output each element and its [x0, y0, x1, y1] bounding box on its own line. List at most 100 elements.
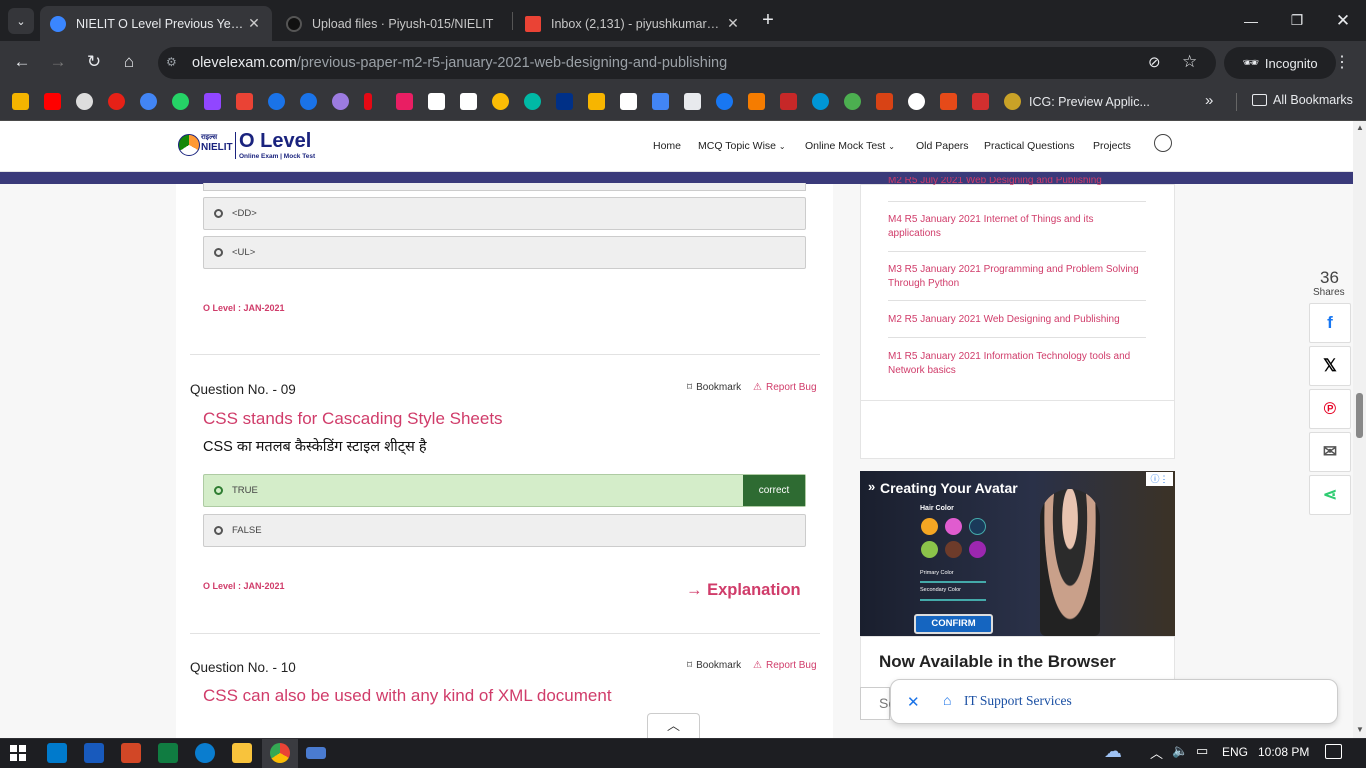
netflix-icon[interactable] — [364, 93, 372, 110]
close-window-icon[interactable]: ✕ — [1320, 0, 1366, 41]
sidebar-link[interactable]: M1 R5 January 2021 Information Technolog… — [888, 350, 1144, 377]
youtube-icon[interactable] — [44, 93, 61, 110]
bookmark-button[interactable]: ⌑ Bookmark — [687, 382, 741, 393]
bookmark-icon[interactable] — [844, 93, 861, 110]
google-icon[interactable] — [140, 93, 157, 110]
scroll-down-arrow-icon[interactable]: ▼ — [1356, 725, 1364, 734]
volume-icon[interactable]: 🔈 — [1172, 743, 1188, 759]
new-tab-icon[interactable]: + — [758, 10, 778, 30]
nav-old-papers[interactable]: Old Papers — [916, 140, 969, 152]
back-icon[interactable]: ← — [7, 47, 37, 77]
paypal-icon[interactable] — [556, 93, 573, 110]
site-logo[interactable]: राइल्स NIELIT O Level Online Exam | Mock… — [178, 130, 320, 161]
scrollbar-thumb[interactable] — [1356, 393, 1363, 438]
bookmark-icon[interactable] — [588, 93, 605, 110]
close-tab-icon[interactable]: ✕ — [725, 15, 741, 32]
bookmark-icon[interactable] — [492, 93, 509, 110]
home-icon[interactable]: ⌂ — [114, 47, 144, 77]
option-dd[interactable]: <DD> — [203, 197, 806, 230]
scroll-up-arrow-icon[interactable]: ▲ — [1356, 123, 1364, 132]
bookmark-button[interactable]: ⌑ Bookmark — [687, 660, 741, 671]
option-ul[interactable]: <UL> — [203, 236, 806, 269]
bookmark-icon[interactable] — [76, 93, 93, 110]
bookmark-icon[interactable] — [108, 93, 125, 110]
email-share-icon[interactable]: ✉ — [1309, 432, 1351, 472]
bookmark-icon[interactable] — [940, 93, 957, 110]
nav-mcq-topic-wise[interactable]: MCQ Topic Wise ⌄ — [698, 140, 786, 152]
facebook-icon[interactable] — [716, 93, 733, 110]
amazon-icon[interactable] — [460, 93, 477, 110]
menu-icon[interactable]: ⋮ — [1334, 52, 1350, 72]
bookmark-icon[interactable] — [748, 93, 765, 110]
explanation-link[interactable]: → Explanation — [686, 581, 801, 600]
tab-gmail[interactable]: Inbox (2,131) - piyushkumar346 ✕ — [515, 6, 751, 41]
bookmark-icon[interactable] — [524, 93, 541, 110]
bookmark-icon[interactable] — [428, 93, 445, 110]
forward-icon[interactable]: → — [43, 47, 73, 77]
close-icon[interactable]: ✕ — [907, 693, 920, 711]
bookmark-icon[interactable] — [12, 93, 29, 110]
notification-icon[interactable] — [1325, 744, 1342, 759]
sidebar-link[interactable]: M2 R5 January 2021 Web Designing and Pub… — [888, 313, 1144, 327]
bookmark-icon[interactable] — [300, 93, 317, 110]
bookmark-icon[interactable] — [684, 93, 701, 110]
show-hidden-icons[interactable]: ︿ — [1150, 743, 1163, 762]
scroll-up-tab[interactable]: ︿ — [647, 713, 700, 738]
nav-online-mock-test[interactable]: Online Mock Test ⌄ — [805, 140, 895, 152]
language-indicator[interactable]: ENG — [1222, 745, 1248, 759]
clock[interactable]: 10:08 PM — [1258, 745, 1309, 759]
x-share-icon[interactable]: 𝕏 — [1309, 346, 1351, 386]
excel-icon[interactable] — [158, 743, 178, 763]
bookmark-icon[interactable] — [780, 93, 797, 110]
user-account-icon[interactable] — [1154, 134, 1172, 152]
report-bug-button[interactable]: ⚠ Report Bug — [753, 660, 817, 671]
share-icon[interactable]: ⋖ — [1309, 475, 1351, 515]
bookmark-icon[interactable] — [268, 93, 285, 110]
translate-icon[interactable] — [652, 93, 669, 110]
reload-icon[interactable]: ↻ — [79, 47, 109, 77]
tab-search-button[interactable]: ⌄ — [8, 8, 34, 34]
nav-practical-questions[interactable]: Practical Questions — [984, 140, 1074, 152]
hp-icon[interactable] — [812, 93, 829, 110]
tab-active[interactable]: NIELIT O Level Previous Year So ✕ — [40, 6, 272, 41]
sidebar-link[interactable]: M3 R5 January 2021 Programming and Probl… — [888, 263, 1144, 290]
word-icon[interactable] — [84, 743, 104, 763]
report-bug-button[interactable]: ⚠ Report Bug — [753, 382, 817, 393]
bookmark-icon[interactable] — [972, 93, 989, 110]
sidebar-link[interactable]: M2 R5 July 2021 Web Designing and Publis… — [888, 177, 1144, 185]
sidebar-link[interactable]: M4 R5 January 2021 Internet of Things an… — [888, 213, 1144, 240]
pinterest-share-icon[interactable]: ℗ — [1309, 389, 1351, 429]
vscode-icon[interactable] — [47, 743, 67, 763]
twitch-icon[interactable] — [204, 93, 221, 110]
bookmark-icon[interactable] — [332, 93, 349, 110]
file-explorer-icon[interactable] — [232, 743, 252, 763]
weather-icon[interactable]: ☁ — [1104, 741, 1122, 762]
nav-projects[interactable]: Projects — [1093, 140, 1131, 152]
tab-github[interactable]: Upload files · Piyush-015/NIELIT — [276, 6, 512, 41]
close-tab-icon[interactable]: ✕ — [246, 15, 262, 32]
ad-confirm-button[interactable]: CONFIRM — [914, 614, 993, 634]
level-tag[interactable]: O Level : JAN-2021 — [203, 303, 285, 313]
olx-icon[interactable] — [620, 93, 637, 110]
site-info-icon[interactable]: ⚙ — [166, 55, 182, 71]
bookmark-icon[interactable] — [876, 93, 893, 110]
network-icon[interactable]: ▭ — [1196, 743, 1208, 759]
facebook-share-icon[interactable]: f — [1309, 303, 1351, 343]
star-icon[interactable]: ☆ — [1182, 52, 1197, 72]
gmail-icon[interactable] — [236, 93, 253, 110]
bookmark-icg[interactable]: ICG: Preview Applic... — [1004, 93, 1150, 110]
address-bar[interactable]: ⚙ olevelexam.com/previous-paper-m2-r5-ja… — [158, 47, 1216, 79]
all-bookmarks[interactable]: All Bookmarks — [1252, 93, 1353, 107]
minimize-icon[interactable]: — — [1228, 0, 1274, 41]
bookmark-icon[interactable] — [908, 93, 925, 110]
bookmark-icon[interactable] — [396, 93, 413, 110]
edge-icon[interactable] — [195, 743, 215, 763]
incognito-badge[interactable]: 🕶 Incognito — [1224, 47, 1336, 79]
keyboard-app-icon[interactable] — [306, 747, 326, 759]
restore-icon[interactable]: ❐ — [1274, 0, 1320, 41]
eye-off-icon[interactable]: ⊘ — [1148, 53, 1161, 71]
nav-home[interactable]: Home — [653, 140, 681, 152]
option-true[interactable]: TRUE correct — [203, 474, 806, 507]
more-bookmarks-icon[interactable]: » — [1205, 92, 1213, 109]
chrome-icon[interactable] — [270, 743, 290, 763]
